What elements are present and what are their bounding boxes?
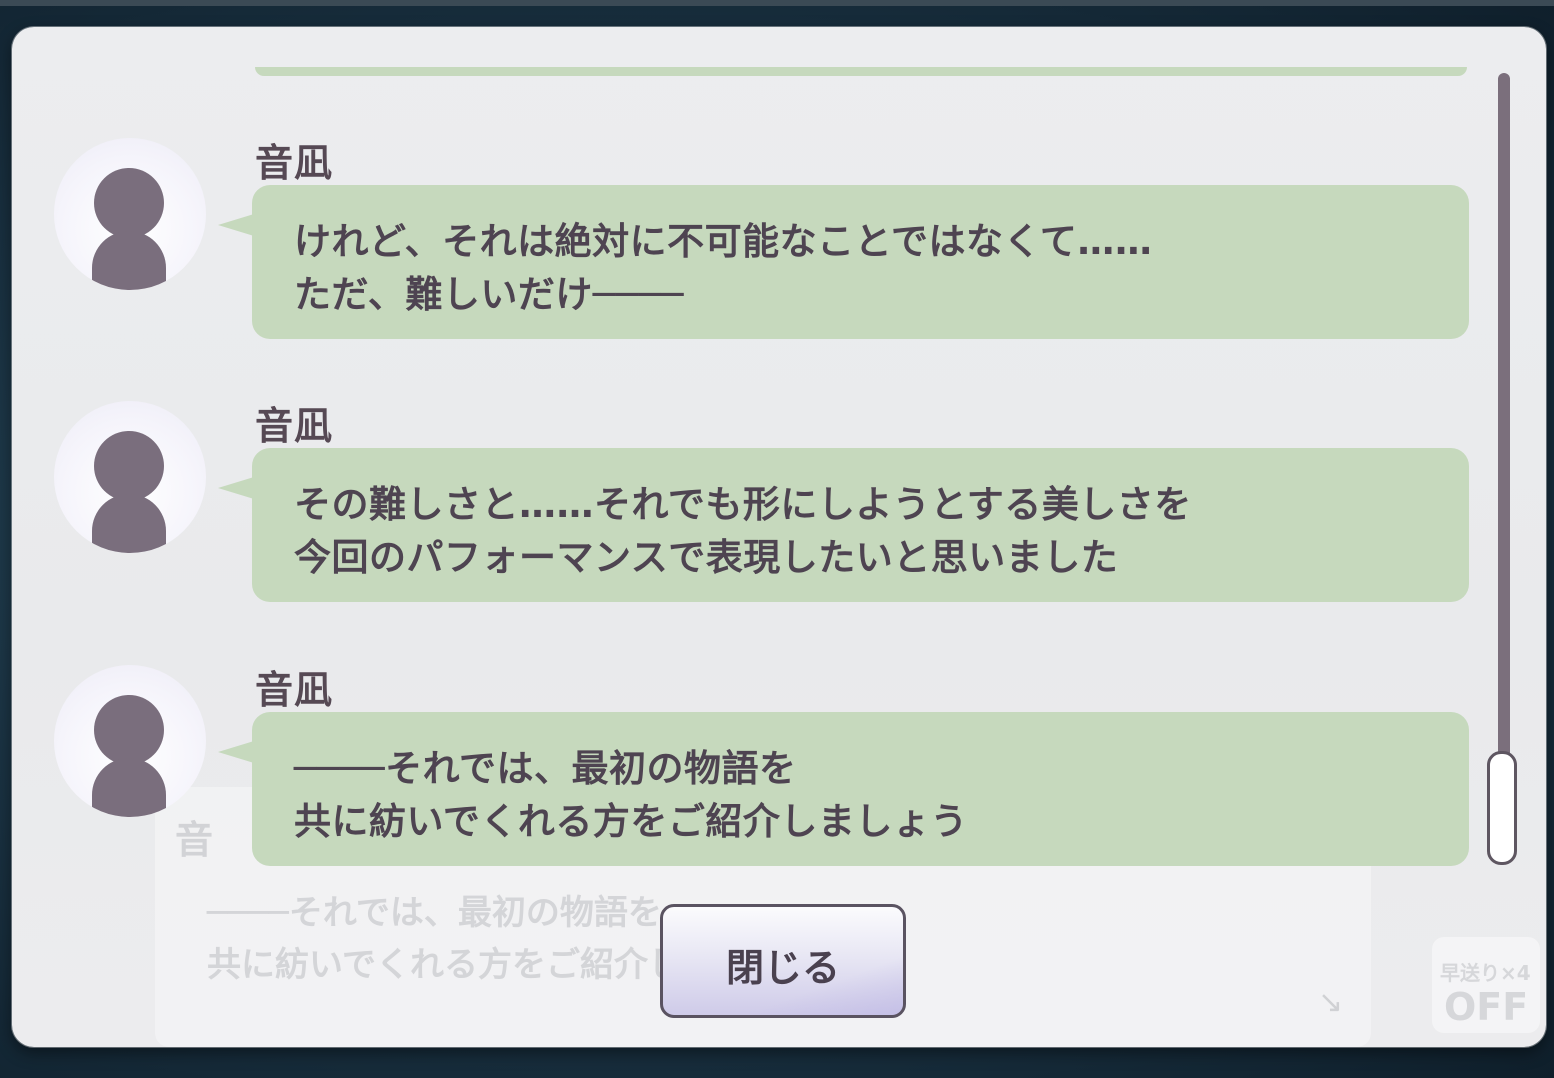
avatar-silhouette-icon (94, 431, 164, 501)
speaker-avatar (54, 665, 206, 817)
speaker-avatar (54, 138, 206, 290)
speaker-name: 音凪 (255, 404, 334, 448)
message-line: けれど、それは絶対に不可能なことではなくて…… (294, 220, 1153, 263)
bubble-tail (218, 214, 254, 236)
speaker-avatar (54, 401, 206, 553)
background-dialog-speaker: 音 (175, 818, 214, 862)
message-line: 共に紡いでくれる方をご紹介しましょう (294, 800, 968, 843)
bubble-tail (218, 477, 254, 499)
message-line: ただ、難しいだけ──── (294, 273, 684, 316)
top-edge (0, 0, 1554, 6)
speaker-name: 音凪 (255, 668, 334, 712)
close-button-label: 閉じる (725, 946, 840, 990)
avatar-silhouette-icon (94, 695, 164, 765)
backlog-modal: 音 ────それでは、最初の物語を 共に紡いでくれる方をご紹介しましょう ↘ 早… (12, 27, 1546, 1047)
speaker-name: 音凪 (255, 141, 334, 185)
message-line: ────それでは、最初の物語を (294, 747, 797, 790)
background-speed-state: OFF (1444, 985, 1529, 1029)
background-dialog-line: ────それでは、最初の物語を (207, 893, 662, 933)
log-entry: 音凪 その難しさと……それでも形にしようとする美しさを 今回のパフォーマンスで表… (12, 317, 1492, 602)
message-line: その難しさと……それでも形にしようとする美しさを (294, 483, 1192, 526)
advance-arrow-icon: ↘ (1318, 985, 1344, 1020)
background-speed-label: 早送り×4 (1440, 961, 1531, 985)
scrollbar-track[interactable] (1498, 73, 1510, 853)
log-entry: 音凪 ────それでは、最初の物語を 共に紡いでくれる方をご紹介しましょう (12, 581, 1492, 866)
scrollbar-thumb[interactable] (1487, 751, 1517, 865)
log-entry: 音凪 けれど、それは絶対に不可能なことではなくて…… ただ、難しいだけ──── (12, 54, 1492, 339)
close-button[interactable]: 閉じる (660, 904, 906, 1018)
avatar-silhouette-icon (94, 168, 164, 238)
message-line: 今回のパフォーマンスで表現したいと思いました (294, 536, 1119, 579)
bubble-tail (218, 741, 254, 763)
